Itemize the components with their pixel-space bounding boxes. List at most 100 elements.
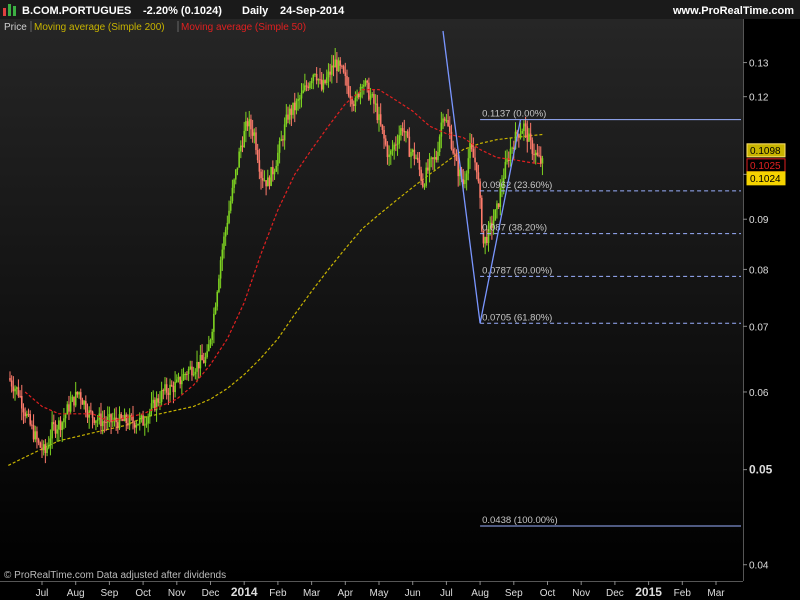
candle-body	[52, 422, 55, 425]
candle-body	[469, 143, 471, 159]
candle-body	[143, 424, 146, 426]
candle-body	[339, 60, 342, 66]
candle-body	[384, 138, 387, 145]
candle-body	[454, 153, 456, 155]
candle-body	[142, 415, 144, 426]
candle-body	[140, 415, 143, 418]
candle-body	[464, 180, 466, 185]
candle-body	[24, 412, 26, 417]
candle-body	[37, 439, 40, 443]
candle-body	[39, 442, 42, 448]
candle-body	[213, 313, 215, 332]
candle-body	[349, 95, 352, 99]
candle-body	[379, 114, 382, 125]
candle-body	[336, 59, 338, 72]
candle-body	[346, 75, 348, 86]
candle-body	[347, 85, 350, 96]
candle-body	[15, 387, 18, 389]
candle-body	[400, 128, 402, 136]
legend-ma200: Moving average (Simple 200)	[34, 22, 165, 33]
y-tick-label: 0.05	[749, 463, 773, 477]
price-chart: 0.1137 (0.00%) 0.0962 (23.60%) 0.087 (38.2…	[0, 0, 800, 600]
candle-body	[315, 74, 318, 81]
period-text: Daily	[242, 5, 269, 17]
candle-body	[420, 169, 422, 181]
candle-body	[76, 391, 79, 395]
candle-body	[22, 408, 25, 413]
candle-body	[56, 429, 58, 434]
candle-body	[327, 71, 330, 78]
candle-body	[74, 391, 77, 406]
candle-body	[361, 86, 363, 88]
candle-body	[422, 180, 424, 187]
candle-body	[309, 83, 311, 88]
site-text: www.ProRealTime.com	[672, 5, 794, 17]
candle-body	[438, 136, 441, 152]
x-tick-label: Apr	[338, 588, 354, 599]
candle-body	[457, 160, 459, 177]
candle-body	[47, 444, 50, 448]
candle-body	[170, 384, 173, 386]
candle-body	[452, 148, 454, 154]
candle-body	[69, 401, 72, 412]
candle-body	[108, 414, 111, 418]
footer-credit: © ProRealTime.com Data adjusted after di…	[4, 570, 226, 581]
candle-body	[521, 131, 524, 134]
x-tick-label: Feb	[674, 588, 692, 599]
candle-body	[63, 418, 65, 423]
candle-body	[518, 134, 520, 138]
candle-body	[125, 414, 128, 424]
last-price-layer: 0.1098 0.1025 0.1024	[746, 143, 786, 186]
candle-body	[366, 80, 369, 83]
candle-body	[443, 118, 446, 121]
candle-body	[240, 145, 242, 152]
x-tick-label: Nov	[168, 588, 186, 599]
candle-body	[19, 395, 21, 397]
candle-body	[105, 421, 107, 423]
candle-body	[189, 366, 192, 370]
candle-body	[499, 188, 502, 207]
candle-body	[51, 422, 53, 439]
candle-body	[169, 384, 171, 395]
x-tick-label: Mar	[303, 588, 321, 599]
candle-body	[191, 366, 193, 376]
candle-body	[341, 65, 343, 67]
candle-body	[32, 425, 35, 440]
candle-body	[208, 344, 210, 352]
candle-body	[9, 378, 11, 381]
candle-body	[273, 171, 276, 175]
candle-body	[474, 157, 476, 163]
fib-level-label: 0.0438 (100.00%)	[482, 515, 558, 526]
candle-body	[177, 376, 180, 380]
candle-body	[31, 424, 33, 426]
candle-body	[329, 71, 331, 75]
candle-body	[497, 203, 500, 207]
candle-body	[86, 412, 89, 418]
y-tick-label: 0.06	[749, 388, 769, 399]
candle-body	[290, 108, 293, 115]
candle-body	[275, 165, 278, 172]
candle-body	[435, 157, 438, 160]
candle-body	[59, 420, 62, 431]
candle-body	[83, 401, 85, 405]
candle-body	[534, 152, 537, 156]
fib-level-label: 0.1137 (0.00%)	[482, 109, 546, 120]
candle-body	[199, 354, 202, 369]
x-tick-label: Oct	[540, 588, 556, 599]
candle-body	[256, 150, 259, 161]
candle-body	[179, 376, 181, 385]
candle-body	[300, 92, 303, 99]
candle-body	[201, 354, 203, 361]
candle-body	[285, 114, 288, 125]
candle-body	[425, 167, 427, 186]
candle-body	[138, 417, 141, 424]
candle-body	[26, 413, 28, 417]
candle-body	[416, 157, 419, 161]
legend-ma50: Moving average (Simple 50)	[181, 22, 306, 33]
candle-body	[393, 144, 395, 150]
candle-body	[255, 132, 257, 151]
candle-body	[533, 153, 535, 156]
candle-body	[381, 124, 384, 130]
candle-body	[41, 447, 43, 451]
candle-body	[287, 114, 289, 120]
